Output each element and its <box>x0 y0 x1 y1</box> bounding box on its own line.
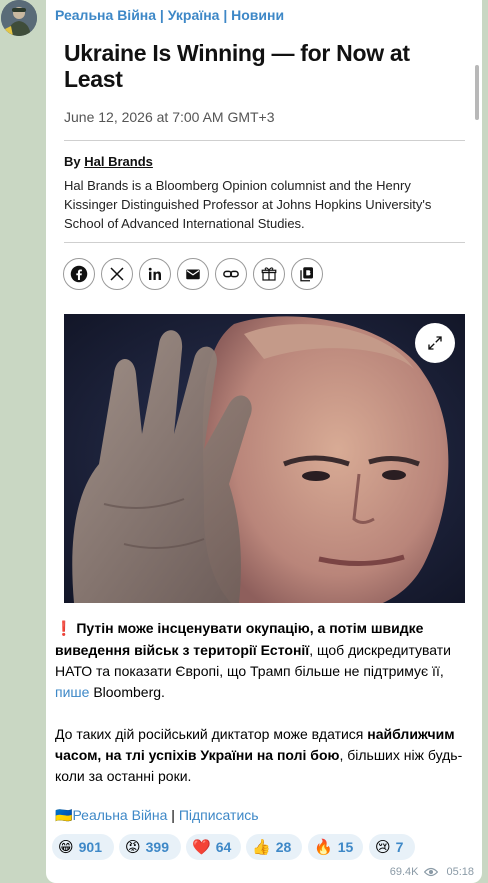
reaction-count: 64 <box>215 839 232 855</box>
reaction-count: 7 <box>395 839 404 855</box>
facebook-icon <box>70 265 88 283</box>
reaction-count: 901 <box>78 839 102 855</box>
bookmark-icon <box>300 267 313 282</box>
linkedin-share-button <box>139 258 171 290</box>
article-title: Ukraine Is Winning — for Now at Least <box>64 40 410 92</box>
reaction-thumbs-up[interactable]: 👍 28 <box>246 834 302 860</box>
link-icon <box>223 270 239 278</box>
byline: By Hal Brands <box>64 154 153 169</box>
email-share-button <box>177 258 209 290</box>
reaction-grin[interactable]: 😁 901 <box>52 834 114 860</box>
email-icon <box>186 269 200 280</box>
linkedin-icon <box>148 267 161 280</box>
x-icon <box>110 267 124 281</box>
message-text: ❗ Путін може інсценувати окупацію, а пот… <box>55 618 473 787</box>
copy-link-button <box>215 258 247 290</box>
channel-link[interactable]: Реальна Війна <box>72 807 167 823</box>
channel-avatar[interactable] <box>1 0 37 36</box>
divider <box>64 140 465 141</box>
reaction-count: 399 <box>145 839 169 855</box>
reaction-heart[interactable]: ❤️ 64 <box>186 834 241 860</box>
reaction-cry[interactable]: 😢 7 <box>369 834 415 860</box>
expand-button <box>415 323 455 363</box>
x-share-button <box>101 258 133 290</box>
cry-emoji-icon: 😢 <box>375 838 391 856</box>
fire-emoji-icon: 🔥 <box>314 838 333 856</box>
separator: | <box>171 807 175 823</box>
scrollbar <box>475 65 479 120</box>
exclamation-icon: ❗ <box>55 621 73 637</box>
view-count: 69.4K <box>389 866 419 878</box>
expand-icon <box>428 336 442 350</box>
heart-emoji-icon: ❤️ <box>192 838 211 856</box>
article-date: June 12, 2026 at 7:00 AM GMT+3 <box>64 109 275 125</box>
author-name: Hal Brands <box>84 154 153 169</box>
angry-emoji-icon: 😡 <box>125 838 141 856</box>
grin-emoji-icon: 😁 <box>58 838 74 856</box>
message-time: 05:18 <box>446 866 474 878</box>
thumbs-up-emoji-icon: 👍 <box>252 838 271 856</box>
article-screenshot[interactable]: Ukraine Is Winning — for Now at Least Ju… <box>46 28 482 605</box>
message-body-2: До таких дій російський диктатор може вд… <box>55 726 368 742</box>
byline-prefix: By <box>64 154 81 169</box>
bookmark-button <box>291 258 323 290</box>
message-meta: 69.4K 05:18 <box>390 866 474 878</box>
author-bio: Hal Brands is a Bloomberg Opinion column… <box>64 178 432 231</box>
gift-icon <box>261 267 277 281</box>
message-bubble: Реальна Війна | Україна | Новини Ukraine… <box>46 0 482 883</box>
reaction-fire[interactable]: 🔥 15 <box>308 834 363 860</box>
reaction-count: 15 <box>337 839 354 855</box>
subscribe-link[interactable]: Підписатись <box>179 807 259 823</box>
facebook-share-button <box>63 258 95 290</box>
ukraine-flag-icon: 🇺🇦 <box>55 808 73 824</box>
eye-icon <box>424 867 439 877</box>
reaction-count: 28 <box>275 839 292 855</box>
message-source: Bloomberg. <box>93 684 165 700</box>
channel-name[interactable]: Реальна Війна | Україна | Новини <box>55 7 284 23</box>
divider <box>64 242 465 243</box>
gift-button <box>253 258 285 290</box>
article-photo <box>64 314 465 603</box>
signature: 🇺🇦Реальна Війна | Підписатись <box>55 807 259 824</box>
portrait-image <box>64 314 465 603</box>
source-link[interactable]: пише <box>55 684 89 700</box>
reaction-angry[interactable]: 😡 399 <box>119 834 181 860</box>
